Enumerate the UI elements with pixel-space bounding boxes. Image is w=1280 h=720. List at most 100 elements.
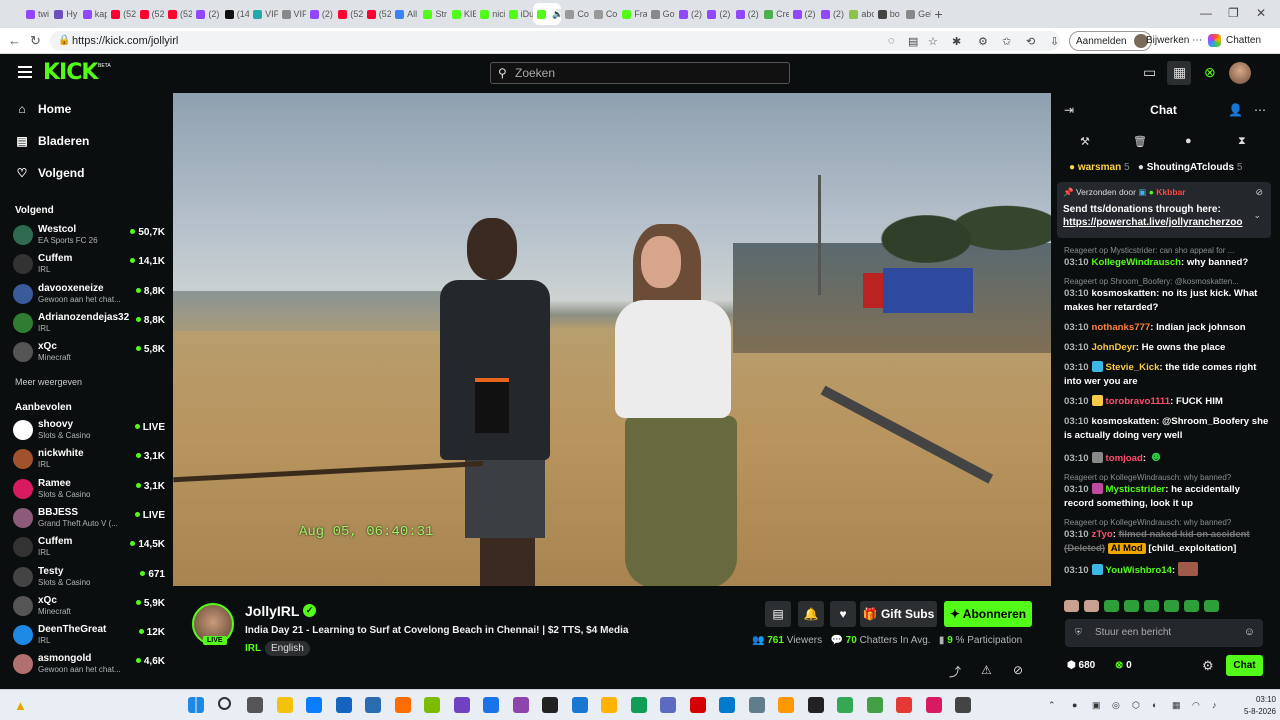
browser-tab[interactable]: (2) xyxy=(732,3,760,25)
system-clock[interactable]: 03:10 5-8-2026 xyxy=(1238,694,1276,718)
emote-icon[interactable] xyxy=(1144,600,1159,612)
kick-points-icon[interactable]: ⊗ xyxy=(1204,64,1216,81)
emote-icon[interactable] xyxy=(1184,600,1199,612)
user-list-icon[interactable]: 👤 xyxy=(1228,103,1243,117)
chat-bubble-icon[interactable]: ● xyxy=(1185,135,1192,147)
taskbar-app-icon[interactable] xyxy=(630,697,647,713)
message-username[interactable]: nothanks777 xyxy=(1092,322,1151,333)
emoji-icon[interactable]: ☺ xyxy=(1244,626,1255,638)
taskbar-app-icon[interactable] xyxy=(807,697,824,713)
message-username[interactable]: Stevie_Kick xyxy=(1106,362,1160,373)
maximize-icon[interactable]: ❐ xyxy=(1228,6,1239,20)
browser-tab[interactable]: (2) xyxy=(306,3,334,25)
taskbar-app-icon[interactable] xyxy=(896,697,912,713)
browser-tab[interactable]: Cre xyxy=(760,3,789,25)
message-username[interactable]: kosmoskatten xyxy=(1092,416,1157,427)
browser-tab[interactable]: (14 xyxy=(221,3,249,25)
browser-tab[interactable]: (2) xyxy=(789,3,817,25)
favorites-icon[interactable]: ✩ xyxy=(1002,35,1011,48)
sidebar-channel[interactable]: Westcol EA Sports FC 26 50,7K xyxy=(13,221,165,247)
taskbar-app-icon[interactable] xyxy=(601,697,617,713)
message-username[interactable]: KollegeWindrausch xyxy=(1092,257,1181,268)
tray-app-icon[interactable]: ⬡ xyxy=(1132,700,1140,711)
taskbar-app-icon[interactable] xyxy=(866,697,883,713)
refresh-icon[interactable]: ↻ xyxy=(30,33,41,49)
emote-icon[interactable] xyxy=(1204,600,1219,612)
taskbar-app-icon[interactable] xyxy=(837,697,853,713)
stream-language-tag[interactable]: English xyxy=(265,641,310,656)
search-icon[interactable] xyxy=(217,697,231,710)
profile-login-button[interactable]: Aanmelden xyxy=(1069,31,1152,51)
taskbar-app-icon[interactable] xyxy=(276,697,293,713)
sidebar-channel[interactable]: BBJESS Grand Theft Auto V (... LIVE xyxy=(13,504,165,530)
nav-home[interactable]: ⌂ Home xyxy=(16,102,71,116)
sidebar-channel[interactable]: asmongold Gewoon aan het chat... 4,6K xyxy=(13,650,165,676)
tray-app-icon[interactable]: ▣ xyxy=(1092,700,1101,711)
emote-icon[interactable] xyxy=(1064,600,1079,612)
emote-icon[interactable] xyxy=(1124,600,1139,612)
browser-tab[interactable]: nici xyxy=(476,3,505,25)
sidebar-channel[interactable]: xQc Minecraft 5,8K xyxy=(13,338,165,364)
browser-tab[interactable]: (52 xyxy=(136,3,164,25)
close-window-icon[interactable]: ✕ xyxy=(1256,6,1266,20)
extensions-icon[interactable]: ✱ xyxy=(952,35,961,48)
browser-tab[interactable]: twi xyxy=(22,3,50,25)
tray-app-icon[interactable]: ◐ xyxy=(1152,700,1157,710)
browser-tab[interactable]: VIP xyxy=(249,3,278,25)
taskbar-app-icon[interactable] xyxy=(453,697,470,713)
chat-settings-icon[interactable]: ⚙ xyxy=(1202,658,1214,674)
sidebar-channel[interactable]: DeenTheGreat IRL 12K xyxy=(13,621,165,647)
browser-tab[interactable]: (2) xyxy=(703,3,731,25)
kick-logo[interactable]: KICK xyxy=(43,60,98,85)
taskbar-app-icon[interactable] xyxy=(365,697,381,713)
history-icon[interactable]: ⟲ xyxy=(1026,35,1035,48)
extension-icon[interactable]: ⚙ xyxy=(978,35,988,48)
browser-tab[interactable]: VIP xyxy=(278,3,306,25)
reply-context[interactable]: Reageert op Mysticstrider: can sho appea… xyxy=(1064,245,1272,256)
message-username[interactable]: torobravo1111 xyxy=(1106,396,1171,407)
theatre-mode-icon[interactable]: ▭ xyxy=(1143,64,1156,81)
emote-icon[interactable] xyxy=(1164,600,1179,612)
taskbar-app-icon[interactable] xyxy=(748,697,765,713)
browser-tab[interactable]: (2) xyxy=(675,3,703,25)
message-username[interactable]: zTyo xyxy=(1092,529,1113,540)
tray-app-icon[interactable]: ● xyxy=(1072,700,1077,710)
reply-context[interactable]: Reageert op Shroom_Boofery: @kosmoskatte… xyxy=(1064,276,1272,287)
unpin-icon[interactable]: ⊘ xyxy=(1255,187,1263,198)
stream-category[interactable]: IRL xyxy=(245,643,261,654)
trash-icon[interactable]: 🗑 xyxy=(1133,135,1147,148)
message-username[interactable]: JohnDeyr xyxy=(1092,342,1136,353)
sidebar-channel[interactable]: Cuffem IRL 14,5K xyxy=(13,533,165,559)
copilot-icon[interactable] xyxy=(1208,34,1221,47)
update-button[interactable]: Bijwerken ⋯ xyxy=(1146,35,1202,46)
browser-tab[interactable]: (2) xyxy=(192,3,220,25)
network-icon[interactable]: ▦ xyxy=(1172,700,1181,711)
browser-tab[interactable]: All xyxy=(391,3,419,25)
message-username[interactable]: tomjoad xyxy=(1106,453,1143,464)
tray-chevron-icon[interactable]: ⌃ xyxy=(1048,700,1056,711)
windows-start-icon[interactable] xyxy=(188,697,204,713)
download-icon[interactable]: ⇩ xyxy=(1050,35,1059,48)
pinned-link[interactable]: https://powerchat.live/jollyrancherzoo xyxy=(1063,217,1265,228)
taskbar-app-icon[interactable] xyxy=(424,697,440,713)
gifter-1-name[interactable]: warsman xyxy=(1078,162,1121,173)
emote-icon[interactable] xyxy=(1104,600,1119,612)
browser-tab[interactable]: (52 xyxy=(334,3,363,25)
sidebar-channel[interactable]: shoovy Slots & Casino LIVE xyxy=(13,416,165,442)
taskbar-app-icon[interactable] xyxy=(955,697,971,713)
browser-tab[interactable]: bo xyxy=(874,3,902,25)
sidebar-channel[interactable]: Testy Slots & Casino 671 xyxy=(13,563,165,589)
hammer-icon[interactable]: ⚒ xyxy=(1080,135,1090,148)
search-input[interactable]: ⚲ Zoeken xyxy=(490,62,790,84)
chat-message-input[interactable]: ⛨ Stuur een bericht ☺ xyxy=(1065,619,1263,647)
taskbar-app-icon[interactable] xyxy=(335,697,352,713)
chat-more-icon[interactable]: ⋯ xyxy=(1254,103,1266,117)
browser-tab[interactable]: Hy xyxy=(50,3,78,25)
browser-tab[interactable]: iDu xyxy=(505,3,533,25)
share-icon[interactable]: ⤴ xyxy=(949,663,961,680)
browser-tab[interactable]: abc xyxy=(845,3,874,25)
taskbar-app-icon[interactable] xyxy=(660,697,676,713)
volume-icon[interactable]: ♪ xyxy=(1212,700,1217,710)
message-username[interactable]: YouWishbro14 xyxy=(1106,565,1172,576)
hide-icon[interactable]: ⊘ xyxy=(1013,663,1023,677)
